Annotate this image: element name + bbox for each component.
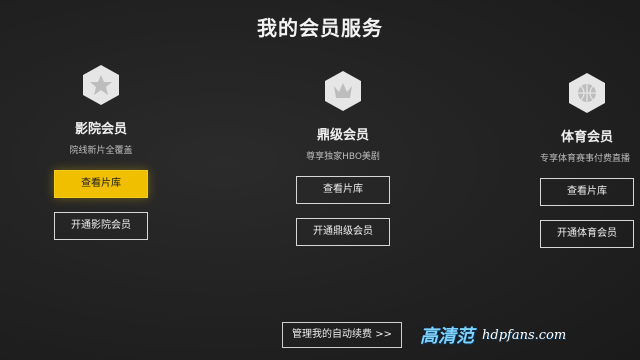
crown-icon: [325, 71, 361, 111]
membership-name: 体育会员: [560, 130, 613, 145]
membership-desc: 院线新片全覆盖: [69, 146, 133, 156]
membership-card-cinema: 影院会员 院线新片全覆盖 查看片库 开通影院会员: [40, 64, 162, 254]
subscribe-cinema-button[interactable]: 开通影院会员: [54, 212, 148, 240]
membership-desc: 尊享独家HBO美剧: [306, 152, 380, 162]
watermark-logo: 高清范 hdpfans.com: [420, 318, 630, 352]
watermark-en: hdpfans.com: [482, 327, 567, 343]
membership-name: 鼎级会员: [316, 128, 369, 143]
basketball-icon: [569, 73, 605, 113]
membership-name: 影院会员: [74, 122, 127, 137]
membership-desc: 专享体育赛事付费直播: [540, 154, 631, 164]
view-library-button[interactable]: 查看片库: [54, 170, 148, 198]
subscribe-sports-button[interactable]: 开通体育会员: [540, 220, 634, 248]
membership-card-sports: 体育会员 专享体育赛事付费直播 查看片库 开通体育会员: [534, 72, 640, 262]
page-title: 我的会员服务: [257, 16, 383, 40]
watermark-cn: 高清范: [420, 326, 474, 347]
tv-screen: 我的会员服务 影院会员 院线新片全覆盖 查看片库 开通影院会员 鼎级会员 尊享独…: [0, 0, 640, 360]
view-library-button[interactable]: 查看片库: [296, 176, 390, 204]
manage-auto-renew-button[interactable]: 管理我的自动续费 >>: [282, 322, 402, 348]
star-icon: [83, 65, 119, 105]
view-library-button[interactable]: 查看片库: [540, 178, 634, 206]
membership-card-premium: 鼎级会员 尊享独家HBO美剧 查看片库 开通鼎级会员: [284, 70, 402, 260]
subscribe-premium-button[interactable]: 开通鼎级会员: [296, 218, 390, 246]
